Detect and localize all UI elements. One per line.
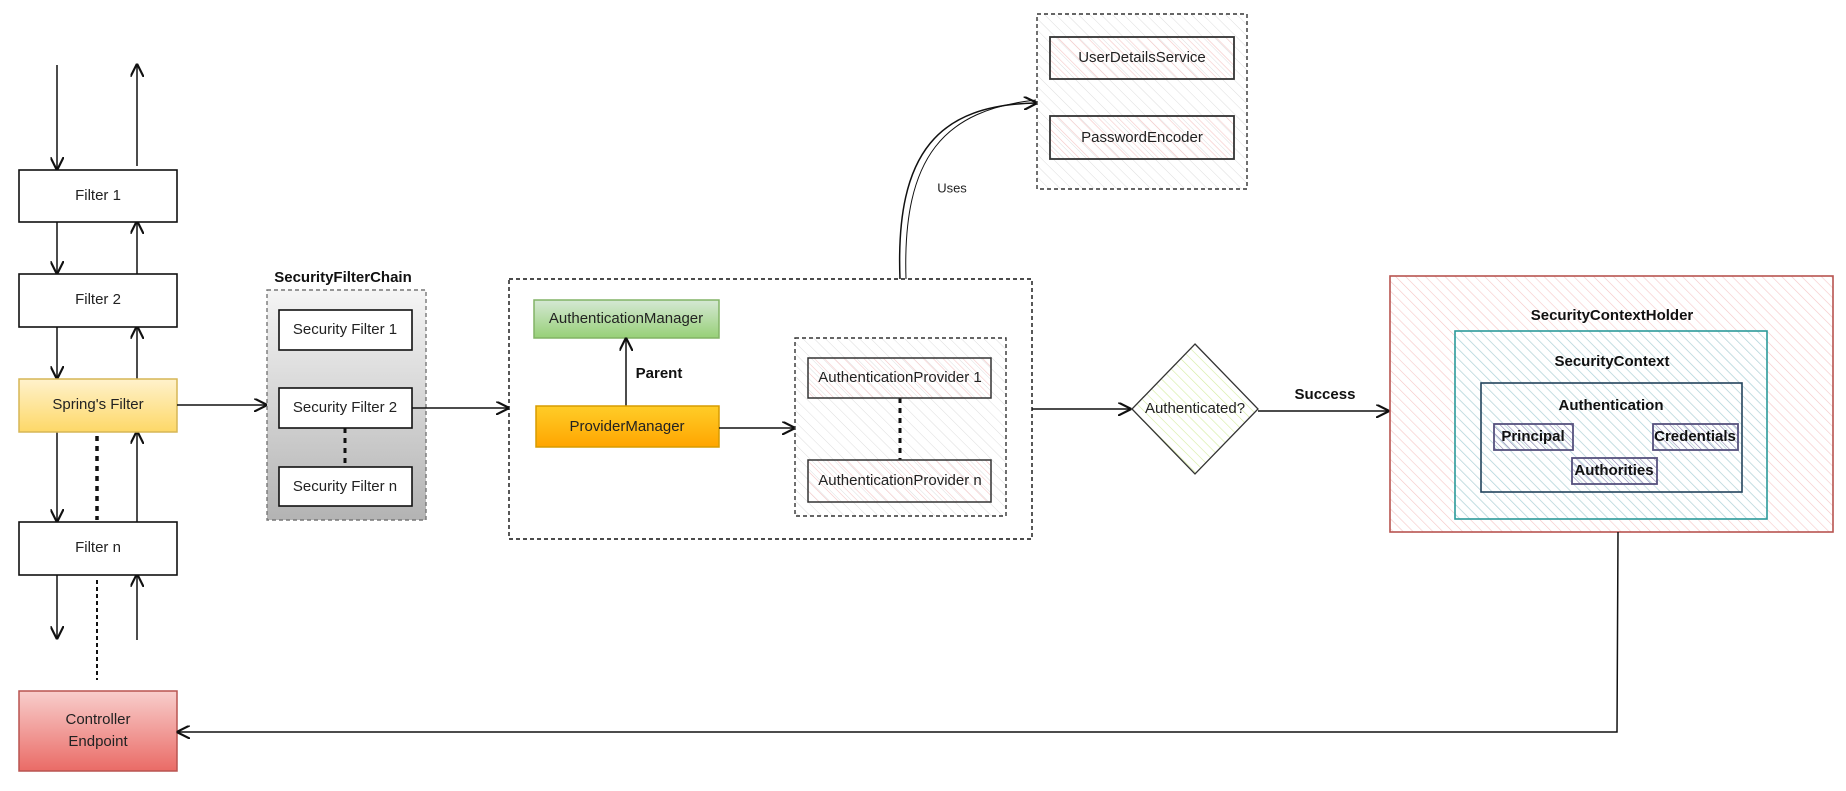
svg-text:SecurityContextHolder: SecurityContextHolder — [1531, 307, 1694, 324]
svg-text:ProviderManager: ProviderManager — [569, 418, 684, 435]
filter-2: Filter 2 — [18, 273, 178, 328]
security-filter-1: Security Filter 1 — [278, 309, 413, 351]
authentication-provider-1: AuthenticationProvider 1 — [807, 357, 992, 399]
authenticated-decision: Authenticated? — [1131, 343, 1259, 475]
credentials: Credentials — [1652, 423, 1739, 451]
security-filter-chain: SecurityFilterChain Security Filter 1 Se… — [266, 269, 427, 521]
svg-text:AuthenticationManager: AuthenticationManager — [549, 310, 703, 327]
left-chain-arrows — [57, 65, 137, 680]
password-encoder: PasswordEncoder — [1049, 115, 1235, 160]
svg-text:Security Filter 1: Security Filter 1 — [293, 321, 397, 338]
arrow-uses — [898, 103, 1036, 280]
providers-group: AuthenticationProvider 1 AuthenticationP… — [794, 337, 1007, 517]
svg-text:Security Filter 2: Security Filter 2 — [293, 399, 397, 416]
security-context-holder: SecurityContextHolder SecurityContext Au… — [1389, 275, 1834, 533]
svg-text:Authorities: Authorities — [1574, 462, 1653, 479]
svg-text:Filter 2: Filter 2 — [75, 291, 121, 308]
services-group: UserDetailsService PasswordEncoder — [1036, 13, 1248, 190]
security-filter-n: Security Filter n — [278, 466, 413, 507]
svg-text:AuthenticationProvider 1: AuthenticationProvider 1 — [818, 369, 981, 386]
parent-label: Parent — [636, 365, 683, 382]
svg-text:AuthenticationProvider n: AuthenticationProvider n — [818, 472, 981, 489]
uses-label: Uses — [937, 180, 967, 195]
svg-text:Authenticated?: Authenticated? — [1145, 400, 1245, 417]
authorities: Authorities — [1571, 457, 1658, 485]
arrow-return-to-controller — [178, 531, 1619, 732]
svg-text:Principal: Principal — [1501, 428, 1564, 445]
svg-text:Filter n: Filter n — [75, 539, 121, 556]
svg-text:Authentication: Authentication — [1559, 397, 1664, 414]
user-details-service: UserDetailsService — [1049, 36, 1235, 80]
security-architecture-diagram: Filter 1 Filter 2 Spring's Filter Filter… — [18, 13, 1834, 772]
svg-text:SecurityContext: SecurityContext — [1554, 353, 1669, 370]
filter-1: Filter 1 — [18, 169, 178, 223]
authentication-core: AuthenticationManager Parent ProviderMan… — [508, 278, 1033, 540]
svg-text:SecurityFilterChain: SecurityFilterChain — [274, 269, 412, 286]
provider-manager: ProviderManager — [535, 405, 720, 448]
security-filter-2: Security Filter 2 — [278, 387, 413, 429]
svg-text:Security Filter n: Security Filter n — [293, 478, 397, 495]
security-context: SecurityContext Authentication Principal… — [1454, 330, 1768, 520]
svg-text:Credentials: Credentials — [1654, 428, 1736, 445]
svg-text:Controller: Controller — [65, 711, 130, 728]
svg-text:Endpoint: Endpoint — [68, 733, 128, 750]
svg-text:PasswordEncoder: PasswordEncoder — [1081, 129, 1203, 146]
principal: Principal — [1493, 423, 1574, 451]
authentication-manager: AuthenticationManager — [533, 299, 720, 339]
filter-n: Filter n — [18, 521, 178, 576]
controller-endpoint: Controller Endpoint — [18, 690, 178, 772]
success-label: Success — [1295, 386, 1356, 403]
svg-text:Filter 1: Filter 1 — [75, 187, 121, 204]
svg-text:UserDetailsService: UserDetailsService — [1078, 49, 1206, 66]
authentication-provider-n: AuthenticationProvider n — [807, 459, 992, 503]
svg-text:Spring's Filter: Spring's Filter — [52, 396, 143, 413]
springs-filter: Spring's Filter — [18, 378, 178, 433]
